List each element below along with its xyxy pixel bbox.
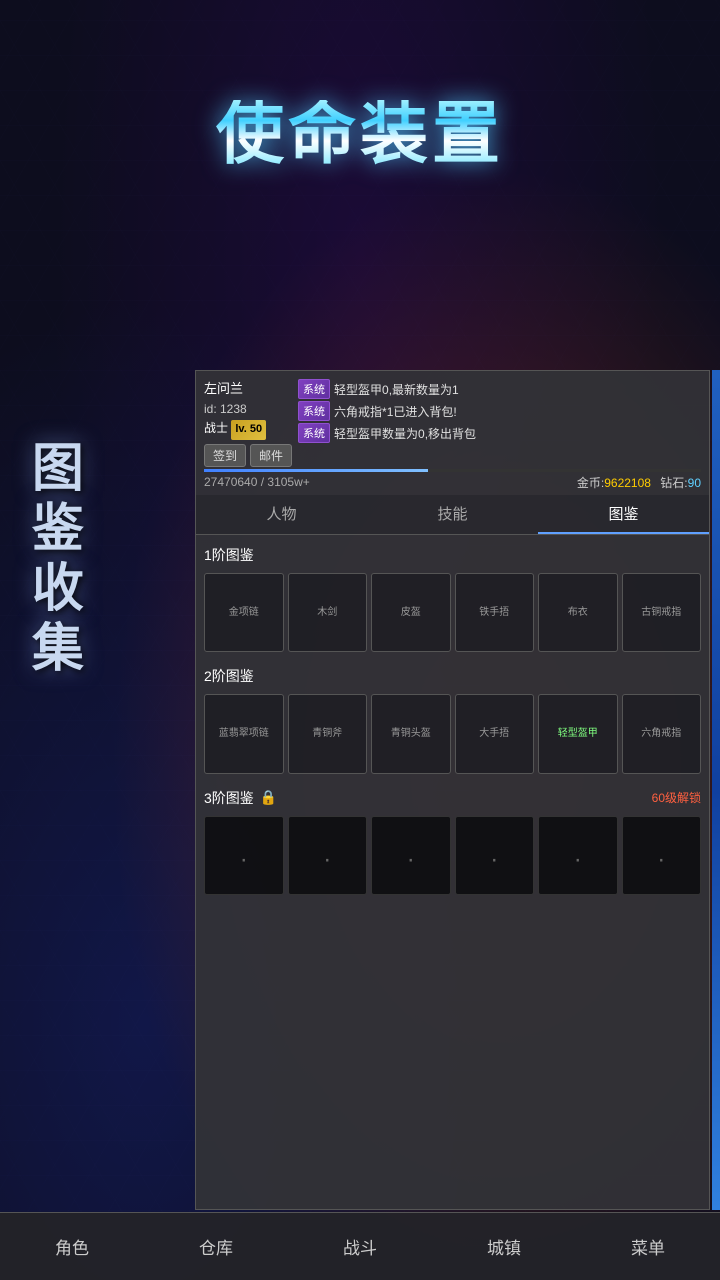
- item-label: [572, 842, 584, 869]
- main-panel: 左问兰 id: 1238 战士 lv. 50 签到 邮件 系统 轻型盔甲0,最新…: [195, 370, 710, 1210]
- item-cell[interactable]: 六角戒指: [622, 694, 702, 774]
- item-label: 金项链: [227, 604, 261, 621]
- system-messages: 系统 轻型盔甲0,最新数量为1 系统 六角戒指*1已进入背包! 系统 轻型盔甲数…: [298, 379, 701, 443]
- item-label: 铁手捂: [477, 604, 511, 621]
- item-cell: [455, 816, 535, 896]
- item-cell[interactable]: 大手捂: [455, 694, 535, 774]
- item-cell[interactable]: 木剑: [288, 573, 368, 653]
- item-label: [321, 842, 333, 869]
- player-info: 左问兰 id: 1238 战士 lv. 50 签到 邮件: [204, 379, 292, 467]
- side-decoration: 图鉴收集: [20, 440, 82, 680]
- nav-menu[interactable]: 菜单: [576, 1213, 720, 1280]
- item-cell[interactable]: 铁手捂: [455, 573, 535, 653]
- item-cell: [371, 816, 451, 896]
- item-cell[interactable]: 青铜斧: [288, 694, 368, 774]
- tier1-title: 1阶图鉴: [204, 545, 254, 565]
- item-label: 青铜斧: [310, 725, 344, 742]
- tab-character[interactable]: 人物: [196, 495, 367, 534]
- item-cell[interactable]: 金项链: [204, 573, 284, 653]
- sys-msg-2: 系统 六角戒指*1已进入背包!: [298, 401, 701, 421]
- nav-battle[interactable]: 战斗: [288, 1213, 432, 1280]
- item-cell[interactable]: 皮盔: [371, 573, 451, 653]
- item-label: 布衣: [566, 604, 590, 621]
- tab-collection[interactable]: 图鉴: [538, 495, 709, 534]
- mail-button[interactable]: 邮件: [250, 444, 292, 467]
- gem-label: 钻石:: [660, 476, 687, 490]
- unlock-label: 60级解锁: [652, 789, 701, 806]
- sys-msg-1: 系统 轻型盔甲0,最新数量为1: [298, 379, 701, 399]
- tier1-header: 1阶图鉴: [204, 545, 701, 565]
- progress-section: 27470640 / 3105w+ 金币:9622108 钻石:90: [196, 467, 709, 495]
- progress-bar: [204, 469, 428, 472]
- tier2-header: 2阶图鉴: [204, 666, 701, 686]
- item-cell[interactable]: 蓝翡翠项链: [204, 694, 284, 774]
- sys-text-1: 轻型盔甲0,最新数量为1: [334, 381, 459, 398]
- item-label: 六角戒指: [639, 725, 683, 742]
- player-class: 战士 lv. 50: [204, 419, 292, 440]
- item-cell[interactable]: 青铜头盔: [371, 694, 451, 774]
- item-label: 蓝翡翠项链: [217, 725, 271, 742]
- side-bar: [712, 370, 720, 1210]
- tier3-title: 3阶图鉴: [204, 788, 254, 808]
- title-area: 使命装置: [0, 100, 720, 168]
- item-label: [405, 842, 417, 869]
- collection-content: 1阶图鉴 金项链 木剑 皮盔 铁手捂 布衣 古铜戒指 2阶图鉴 蓝翡翠项链 青铜…: [196, 535, 709, 1209]
- sys-tag-1: 系统: [298, 379, 330, 399]
- tab-skills[interactable]: 技能: [367, 495, 538, 534]
- nav-role[interactable]: 角色: [0, 1213, 144, 1280]
- signin-button[interactable]: 签到: [204, 444, 246, 467]
- level-badge: lv. 50: [231, 420, 266, 440]
- tier1-grid: 金项链 木剑 皮盔 铁手捂 布衣 古铜戒指: [204, 573, 701, 653]
- progress-bar-wrap: [204, 469, 701, 472]
- item-label: 木剑: [315, 604, 339, 621]
- sys-text-3: 轻型盔甲数量为0,移出背包: [334, 425, 476, 442]
- gold-value: 9622108: [604, 476, 651, 490]
- item-cell[interactable]: 古铜戒指: [622, 573, 702, 653]
- action-buttons: 签到 邮件: [204, 444, 292, 467]
- player-id: id: 1238: [204, 400, 292, 419]
- item-label: 大手捂: [477, 725, 511, 742]
- item-label: [488, 842, 500, 869]
- item-cell: [204, 816, 284, 896]
- tier2-title: 2阶图鉴: [204, 666, 254, 686]
- gem-value: 90: [688, 476, 701, 490]
- progress-text: 27470640 / 3105w+: [204, 475, 310, 489]
- tier3-header: 3阶图鉴 🔒 60级解锁: [204, 788, 701, 808]
- item-label: 青铜头盔: [389, 725, 433, 742]
- sys-msg-3: 系统 轻型盔甲数量为0,移出背包: [298, 423, 701, 443]
- item-label: 轻型盔甲: [556, 725, 600, 742]
- player-name: 左问兰: [204, 379, 292, 400]
- header-info: 左问兰 id: 1238 战士 lv. 50 签到 邮件 系统 轻型盔甲0,最新…: [196, 371, 709, 467]
- item-cell: [538, 816, 618, 896]
- nav-warehouse[interactable]: 仓库: [144, 1213, 288, 1280]
- game-title: 使命装置: [0, 100, 720, 168]
- item-label: 皮盔: [399, 604, 423, 621]
- currency-info: 金币:9622108 钻石:90: [577, 474, 701, 491]
- sys-tag-2: 系统: [298, 401, 330, 421]
- item-cell: [622, 816, 702, 896]
- tier3-grid: [204, 816, 701, 896]
- item-cell: [288, 816, 368, 896]
- gold-label: 金币:: [577, 476, 604, 490]
- tier2-grid: 蓝翡翠项链 青铜斧 青铜头盔 大手捂 轻型盔甲 六角戒指: [204, 694, 701, 774]
- item-label: [238, 842, 250, 869]
- lock-icon: 🔒: [260, 789, 277, 806]
- bottom-nav: 角色 仓库 战斗 城镇 菜单: [0, 1212, 720, 1280]
- item-label: 古铜戒指: [639, 604, 683, 621]
- tab-bar: 人物 技能 图鉴: [196, 495, 709, 535]
- item-cell[interactable]: 布衣: [538, 573, 618, 653]
- item-cell[interactable]: 轻型盔甲: [538, 694, 618, 774]
- sys-tag-3: 系统: [298, 423, 330, 443]
- item-label: [655, 842, 667, 869]
- sys-text-2: 六角戒指*1已进入背包!: [334, 403, 457, 420]
- nav-town[interactable]: 城镇: [432, 1213, 576, 1280]
